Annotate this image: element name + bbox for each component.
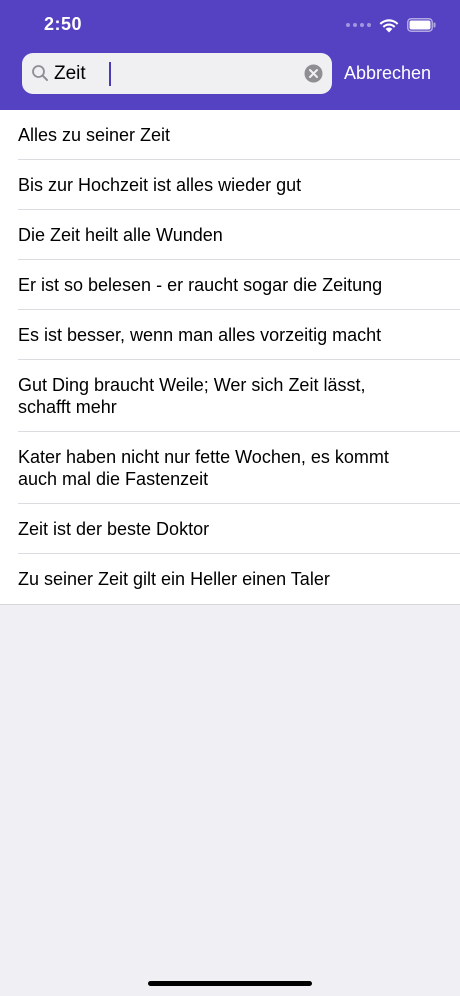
wifi-icon	[379, 18, 399, 32]
list-item[interactable]: Kater haben nicht nur fette Wochen, es k…	[0, 432, 460, 504]
list-item-label: Er ist so belesen - er raucht sogar die …	[18, 275, 383, 295]
list-item-label: Gut Ding braucht Weile; Wer sich Zeit lä…	[18, 375, 366, 417]
status-icons	[346, 16, 436, 34]
battery-icon	[407, 18, 436, 32]
cancel-button[interactable]: Abbrechen	[344, 60, 431, 86]
list-item-label: Es ist besser, wenn man alles vorzeitig …	[18, 325, 382, 345]
results-list: Alles zu seiner Zeit Bis zur Hochzeit is…	[0, 110, 460, 605]
home-indicator	[148, 981, 312, 986]
list-item-label: Bis zur Hochzeit ist alles wieder gut	[18, 175, 302, 195]
text-cursor	[109, 62, 111, 86]
list-item[interactable]: Alles zu seiner Zeit	[0, 110, 460, 160]
list-item[interactable]: Gut Ding braucht Weile; Wer sich Zeit lä…	[0, 360, 460, 432]
navigation-bar: 2:50 Zeit Abbrechen	[0, 0, 460, 110]
list-item[interactable]: Zeit ist der beste Doktor	[0, 504, 460, 554]
search-icon	[32, 65, 48, 81]
list-item[interactable]: Bis zur Hochzeit ist alles wieder gut	[0, 160, 460, 210]
list-item[interactable]: Er ist so belesen - er raucht sogar die …	[0, 260, 460, 310]
status-time: 2:50	[44, 14, 83, 34]
list-item-label: Alles zu seiner Zeit	[18, 125, 171, 145]
list-item-label: Zu seiner Zeit gilt ein Heller einen Tal…	[18, 569, 330, 589]
search-input[interactable]	[54, 53, 299, 94]
search-field[interactable]	[22, 53, 332, 94]
list-item-label: Die Zeit heilt alle Wunden	[18, 225, 223, 245]
list-item[interactable]: Zu seiner Zeit gilt ein Heller einen Tal…	[0, 554, 460, 604]
list-item-label: Kater haben nicht nur fette Wochen, es k…	[18, 447, 389, 489]
list-item-label: Zeit ist der beste Doktor	[18, 519, 210, 539]
list-item[interactable]: Die Zeit heilt alle Wunden	[0, 210, 460, 260]
status-bar: 2:50	[0, 0, 460, 50]
list-item[interactable]: Es ist besser, wenn man alles vorzeitig …	[0, 310, 460, 360]
search-bar: Abbrechen	[0, 53, 460, 95]
clear-icon[interactable]	[304, 64, 323, 83]
cellular-signal-icon	[346, 23, 371, 27]
